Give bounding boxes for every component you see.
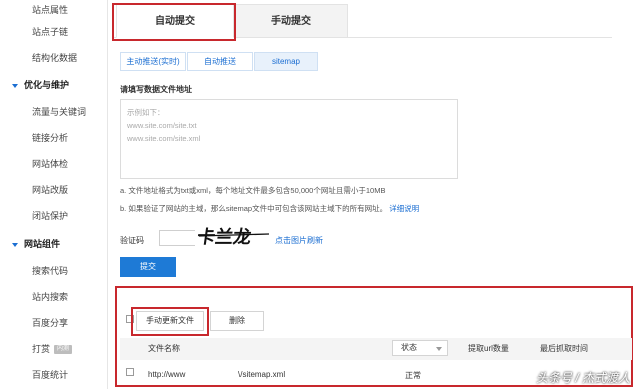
row-file-suffix[interactable]: \/sitemap.xml: [238, 370, 285, 379]
captcha-text: 卡兰龙: [196, 226, 253, 248]
sidebar-item-baidu-stats[interactable]: 百度统计: [0, 363, 108, 387]
note-format: a. 文件地址格式为txt或xml，每个地址文件最多包含50,000个网址且需小…: [120, 186, 386, 195]
sidebar-item-site-check[interactable]: 网站体检: [0, 152, 108, 176]
beta-badge: 内测: [54, 345, 73, 355]
status-filter-dropdown[interactable]: 状态: [392, 340, 448, 356]
sidebar-section-optimization[interactable]: 优化与维护: [0, 74, 108, 96]
sidebar-item-link-analysis[interactable]: 链接分析: [0, 126, 108, 150]
subtab-sitemap[interactable]: sitemap: [254, 52, 318, 71]
caret-down-icon: [12, 83, 18, 88]
details-link[interactable]: 详细说明: [389, 204, 419, 213]
sidebar-section-widgets[interactable]: 网站组件: [0, 233, 108, 255]
placeholder-example-txt: www.site.com/site.txt: [127, 121, 197, 130]
highlight-box: [131, 307, 209, 336]
subtab-active-push[interactable]: 主动推送(实时): [120, 52, 186, 71]
sidebar-item-reward[interactable]: 打赏 内测: [0, 337, 108, 361]
submit-button[interactable]: 提交: [120, 257, 176, 277]
sidebar-item-search-code[interactable]: 搜索代码: [0, 259, 108, 283]
status-filter-label: 状态: [401, 343, 417, 352]
sidebar-section-label: 网站组件: [24, 239, 61, 249]
caret-down-icon: [12, 242, 18, 247]
captcha-label: 验证码: [120, 236, 144, 245]
captcha-refresh-link[interactable]: 点击图片刷新: [275, 235, 323, 246]
sidebar-section-label: 优化与维护: [24, 80, 70, 90]
sidebar: 站点属性 站点子链 结构化数据 优化与维护 流量与关键词 链接分析 网站体检 网…: [0, 0, 108, 389]
watermark: 头条号 / 杰式渡人: [535, 371, 630, 385]
captcha-graphic: 卡兰龙: [196, 226, 270, 248]
sidebar-item-baidu-share[interactable]: 百度分享: [0, 311, 108, 335]
tab-manual-submit[interactable]: 手动提交: [234, 4, 348, 38]
placeholder-example-xml: www.site.com/site.xml: [127, 134, 201, 143]
data-file-textarea[interactable]: 示例如下： www.site.com/site.txt www.site.com…: [120, 99, 458, 179]
delete-button[interactable]: 删除: [210, 311, 264, 331]
captcha-image[interactable]: 卡兰龙: [195, 224, 273, 248]
col-url-count: 提取url数量: [468, 344, 509, 353]
col-file-name: 文件名称: [148, 344, 180, 353]
note-domain-text: b. 如果验证了网站的主域，那么sitemap文件中可包含该网站主域下的所有网址…: [120, 204, 388, 213]
row-checkbox[interactable]: [126, 368, 134, 376]
sidebar-item-traffic-keywords[interactable]: 流量与关键词: [0, 100, 108, 124]
col-last-crawl: 最后抓取时间: [540, 344, 588, 353]
main-panel: 自动提交 手动提交 主动推送(实时) 自动推送 sitemap 请填写数据文件地…: [108, 0, 640, 389]
data-file-label: 请填写数据文件地址: [120, 85, 192, 94]
sidebar-item-label: 打赏: [32, 344, 51, 354]
table-header: 文件名称 状态 提取url数量 最后抓取时间: [120, 338, 632, 360]
note-domain: b. 如果验证了网站的主域，那么sitemap文件中可包含该网站主域下的所有网址…: [120, 203, 419, 214]
sidebar-item-site-revision[interactable]: 网站改版: [0, 178, 108, 202]
placeholder-title: 示例如下：: [127, 108, 165, 117]
chevron-down-icon: [436, 347, 442, 351]
captcha-input[interactable]: [159, 230, 199, 246]
subtab-auto-push[interactable]: 自动推送: [187, 52, 253, 71]
sidebar-item-site-search[interactable]: 站内搜索: [0, 285, 108, 309]
sidebar-item-site-property[interactable]: 站点属性: [0, 0, 108, 22]
sidebar-item-structured-data[interactable]: 结构化数据: [0, 46, 108, 70]
highlight-box: [112, 3, 236, 41]
row-status: 正常: [405, 371, 421, 380]
sidebar-item-site-sublink[interactable]: 站点子链: [0, 20, 108, 44]
sidebar-item-site-close-protect[interactable]: 闭站保护: [0, 204, 108, 228]
row-file-prefix[interactable]: http://www: [148, 370, 185, 379]
